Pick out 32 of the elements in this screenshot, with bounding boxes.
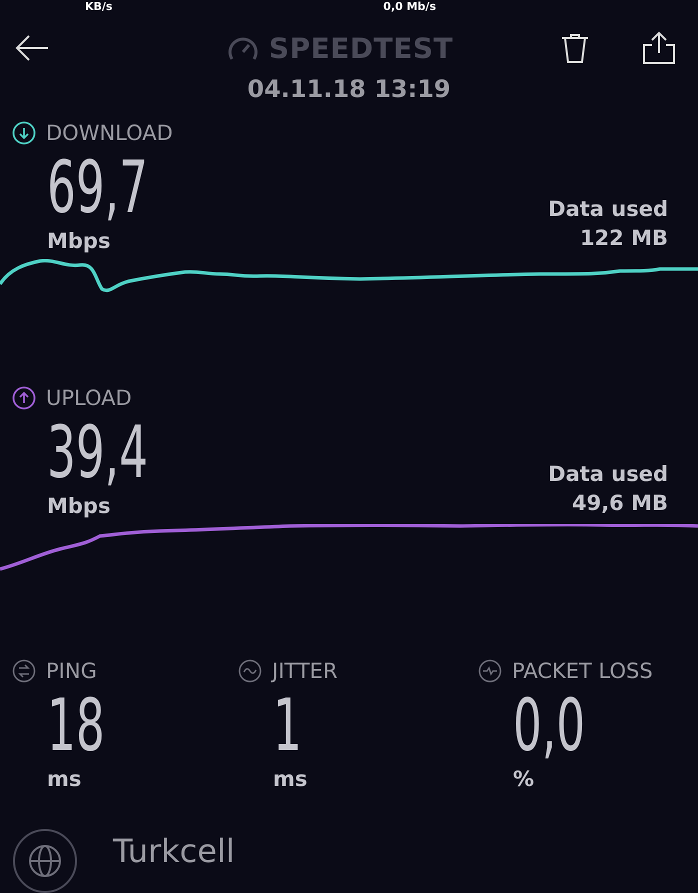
provider-name: Turkcell xyxy=(113,832,235,870)
speed-value: 69,7 xyxy=(47,144,148,229)
wave-icon xyxy=(238,658,262,683)
pulse-icon xyxy=(478,658,502,683)
metric-label: JITTER xyxy=(272,658,338,683)
metric-value: 1 xyxy=(273,682,303,767)
data-used-value: 122 MB xyxy=(578,224,668,252)
trash-icon xyxy=(560,32,590,64)
share-icon xyxy=(642,31,676,66)
back-arrow-icon xyxy=(14,33,50,64)
speed-unit: Mbps xyxy=(47,228,112,253)
result-label: DOWNLOAD xyxy=(46,120,173,145)
data-used-label: Data used xyxy=(548,196,668,223)
data-used-value: 49,6 MB xyxy=(570,490,668,517)
metric-value: 18 xyxy=(47,682,106,767)
metric-value: 0,0 xyxy=(513,682,586,767)
speed-unit: Mbps xyxy=(47,494,112,518)
test-date: 04.11.18 13:19 xyxy=(246,74,452,103)
download-rate: KB/s xyxy=(85,0,112,13)
result-label: UPLOAD xyxy=(46,386,132,410)
network-rate: 0,0 Mb/s xyxy=(383,0,436,13)
metric-unit: % xyxy=(513,766,536,791)
metric-label: PING xyxy=(46,658,97,683)
app-title: SPEEDTEST xyxy=(268,32,454,65)
metric-label: PACKET LOSS xyxy=(512,658,653,683)
globe-button[interactable] xyxy=(13,828,77,893)
speed-value: 39,4 xyxy=(47,410,148,494)
metric-unit: ms xyxy=(47,766,82,791)
globe-icon xyxy=(28,844,62,878)
metric-unit: ms xyxy=(273,766,308,791)
data-used-label: Data used xyxy=(548,460,668,488)
arrows-icon xyxy=(12,658,36,683)
